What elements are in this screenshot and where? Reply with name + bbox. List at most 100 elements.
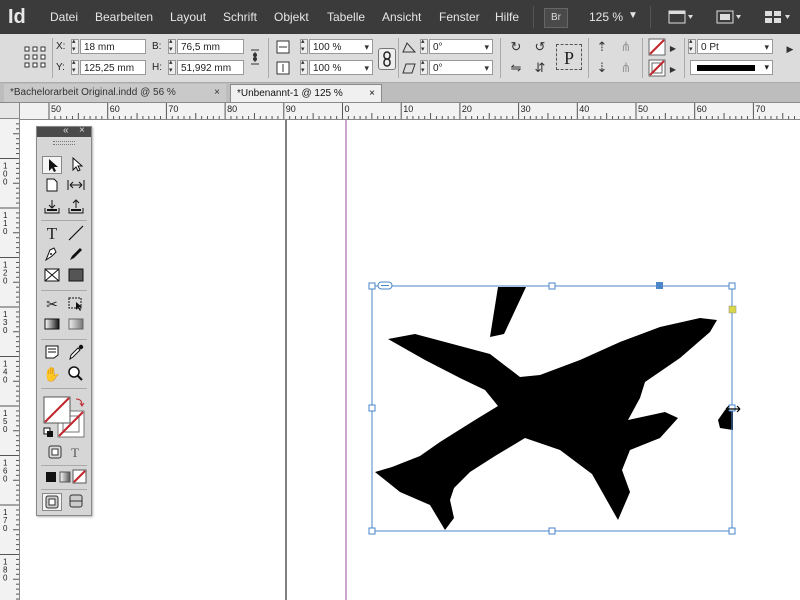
formatting-affects-text-icon[interactable]: T bbox=[65, 444, 85, 462]
formatting-affects-container-icon[interactable] bbox=[45, 444, 65, 462]
hand-tool-icon[interactable]: ✋ bbox=[42, 365, 62, 383]
content-grabber-handle[interactable] bbox=[656, 282, 663, 289]
apply-none-icon[interactable] bbox=[70, 468, 90, 486]
menu-hilfe[interactable]: Hilfe bbox=[495, 10, 519, 24]
fill-arrow-icon[interactable]: ▶ bbox=[669, 42, 677, 56]
zoom-dropdown-chevron-icon[interactable]: ▼ bbox=[628, 10, 638, 21]
gap-tool-icon[interactable] bbox=[66, 177, 86, 195]
handle-middle-left[interactable] bbox=[368, 404, 376, 412]
stroke-weight-field[interactable]: 0 Pt bbox=[697, 39, 773, 55]
selection-tool-icon[interactable] bbox=[42, 156, 62, 174]
preview-mode-icon[interactable] bbox=[66, 493, 86, 511]
eyedropper-tool-icon[interactable] bbox=[66, 344, 86, 362]
close-icon[interactable]: × bbox=[369, 85, 375, 103]
arrange-documents-icon[interactable] bbox=[764, 10, 794, 24]
vertical-ruler[interactable]: 9100110120130140150160170180 bbox=[0, 119, 20, 600]
close-icon[interactable]: × bbox=[79, 125, 85, 136]
scale-x-field[interactable]: 100 % bbox=[309, 39, 373, 55]
height-stepper[interactable] bbox=[168, 58, 176, 75]
menu-tabelle[interactable]: Tabelle bbox=[327, 10, 365, 24]
collapse-panel-icon[interactable]: « bbox=[63, 125, 69, 136]
select-previous-object-icon[interactable]: ⋔ bbox=[618, 40, 634, 54]
horizontal-ruler[interactable]: 50607080900102030405060708090100 bbox=[20, 103, 800, 120]
select-content-icon[interactable]: ⇣ bbox=[594, 61, 610, 75]
screen-mode-icon[interactable] bbox=[716, 10, 742, 24]
panel-grip[interactable] bbox=[53, 141, 75, 145]
tab-bachelorarbeit[interactable]: *Bachelorarbeit Original.indd @ 56 % × bbox=[4, 84, 226, 102]
link-status-icon[interactable] bbox=[377, 281, 393, 290]
close-icon[interactable]: × bbox=[214, 84, 220, 102]
handle-top-left[interactable] bbox=[368, 282, 376, 290]
corner-options-handle[interactable] bbox=[728, 305, 737, 314]
flip-horizontal-icon[interactable]: ⇋ bbox=[508, 61, 524, 75]
handle-bottom-left[interactable] bbox=[368, 527, 376, 535]
stroke-type-dropdown[interactable]: ▾ bbox=[690, 60, 773, 75]
stroke-none-swatch[interactable] bbox=[648, 59, 666, 77]
tools-panel-header[interactable]: « × bbox=[37, 125, 91, 137]
handle-top-right[interactable] bbox=[728, 282, 736, 290]
reference-point-icon[interactable] bbox=[24, 46, 46, 68]
swap-fill-stroke-icon[interactable] bbox=[75, 398, 85, 407]
menu-objekt[interactable]: Objekt bbox=[274, 10, 309, 24]
pencil-tool-icon[interactable] bbox=[66, 246, 86, 264]
zoom-tool-icon[interactable] bbox=[66, 365, 86, 383]
menu-bearbeiten[interactable]: Bearbeiten bbox=[95, 10, 153, 24]
gradient-feather-tool-icon[interactable] bbox=[66, 316, 86, 334]
shear-stepper[interactable] bbox=[420, 58, 428, 75]
scale-y-field[interactable]: 100 % bbox=[309, 60, 373, 76]
airplane-image[interactable] bbox=[375, 287, 733, 530]
tab-unbenannt-1[interactable]: *Unbenannt-1 @ 125 % × bbox=[230, 84, 382, 102]
rectangle-tool-icon[interactable] bbox=[66, 267, 86, 285]
x-stepper[interactable] bbox=[71, 37, 79, 54]
scissors-tool-icon[interactable]: ✂ bbox=[42, 295, 62, 313]
menu-schrift[interactable]: Schrift bbox=[223, 10, 257, 24]
height-field[interactable]: 51,992 mm bbox=[177, 60, 244, 75]
scale-x-stepper[interactable] bbox=[300, 37, 308, 54]
bridge-button[interactable]: Br bbox=[544, 8, 568, 28]
page-tool-icon[interactable] bbox=[42, 177, 62, 195]
rectangle-frame-tool-icon[interactable] bbox=[42, 267, 62, 285]
handle-middle-right[interactable] bbox=[728, 404, 736, 412]
fill-stroke-proxy[interactable] bbox=[42, 395, 88, 441]
scale-link-button[interactable] bbox=[378, 48, 396, 70]
gradient-swatch-tool-icon[interactable] bbox=[42, 316, 62, 334]
handle-bottom-right[interactable] bbox=[728, 527, 736, 535]
constrain-proportions-icon[interactable] bbox=[248, 48, 262, 66]
select-container-icon[interactable]: ⇡ bbox=[594, 40, 610, 54]
content-collector-icon[interactable] bbox=[42, 198, 62, 216]
view-options-icon[interactable] bbox=[668, 10, 694, 24]
width-field[interactable]: 76,5 mm bbox=[177, 39, 244, 54]
rotate-90-cw-icon[interactable]: ↻ bbox=[508, 40, 524, 54]
normal-view-mode-icon[interactable] bbox=[42, 493, 62, 511]
control-scroll-right-icon[interactable]: ▶ bbox=[786, 42, 794, 56]
stroke-arrow-icon[interactable]: ▶ bbox=[669, 63, 677, 77]
menu-datei[interactable]: Datei bbox=[50, 10, 78, 24]
menu-fenster[interactable]: Fenster bbox=[439, 10, 480, 24]
rotation-field[interactable]: 0° bbox=[429, 39, 493, 55]
zoom-level[interactable]: 125 % bbox=[589, 10, 623, 24]
pen-tool-icon[interactable] bbox=[42, 246, 62, 264]
x-position-field[interactable]: 18 mm bbox=[80, 39, 146, 54]
y-position-field[interactable]: 125,25 mm bbox=[80, 60, 146, 75]
width-stepper[interactable] bbox=[168, 37, 176, 54]
content-placer-icon[interactable] bbox=[66, 198, 86, 216]
paragraph-direction-icon[interactable]: P bbox=[556, 44, 582, 70]
shear-field[interactable]: 0° bbox=[429, 60, 493, 76]
ruler-origin[interactable] bbox=[0, 103, 20, 119]
fill-none-swatch[interactable] bbox=[648, 38, 666, 56]
handle-top-center[interactable] bbox=[548, 282, 556, 290]
scale-y-stepper[interactable] bbox=[300, 58, 308, 75]
free-transform-tool-icon[interactable] bbox=[66, 295, 86, 313]
stroke-weight-stepper[interactable] bbox=[688, 37, 696, 54]
note-tool-icon[interactable] bbox=[42, 344, 62, 362]
y-stepper[interactable] bbox=[71, 58, 79, 75]
handle-bottom-center[interactable] bbox=[548, 527, 556, 535]
menu-ansicht[interactable]: Ansicht bbox=[382, 10, 421, 24]
menu-layout[interactable]: Layout bbox=[170, 10, 206, 24]
flip-vertical-icon[interactable]: ⇵ bbox=[532, 61, 548, 75]
direct-selection-tool-icon[interactable] bbox=[66, 156, 86, 174]
type-tool-icon[interactable]: T bbox=[42, 225, 62, 243]
rotation-stepper[interactable] bbox=[420, 37, 428, 54]
document-canvas[interactable] bbox=[20, 120, 800, 600]
line-tool-icon[interactable] bbox=[66, 225, 86, 243]
